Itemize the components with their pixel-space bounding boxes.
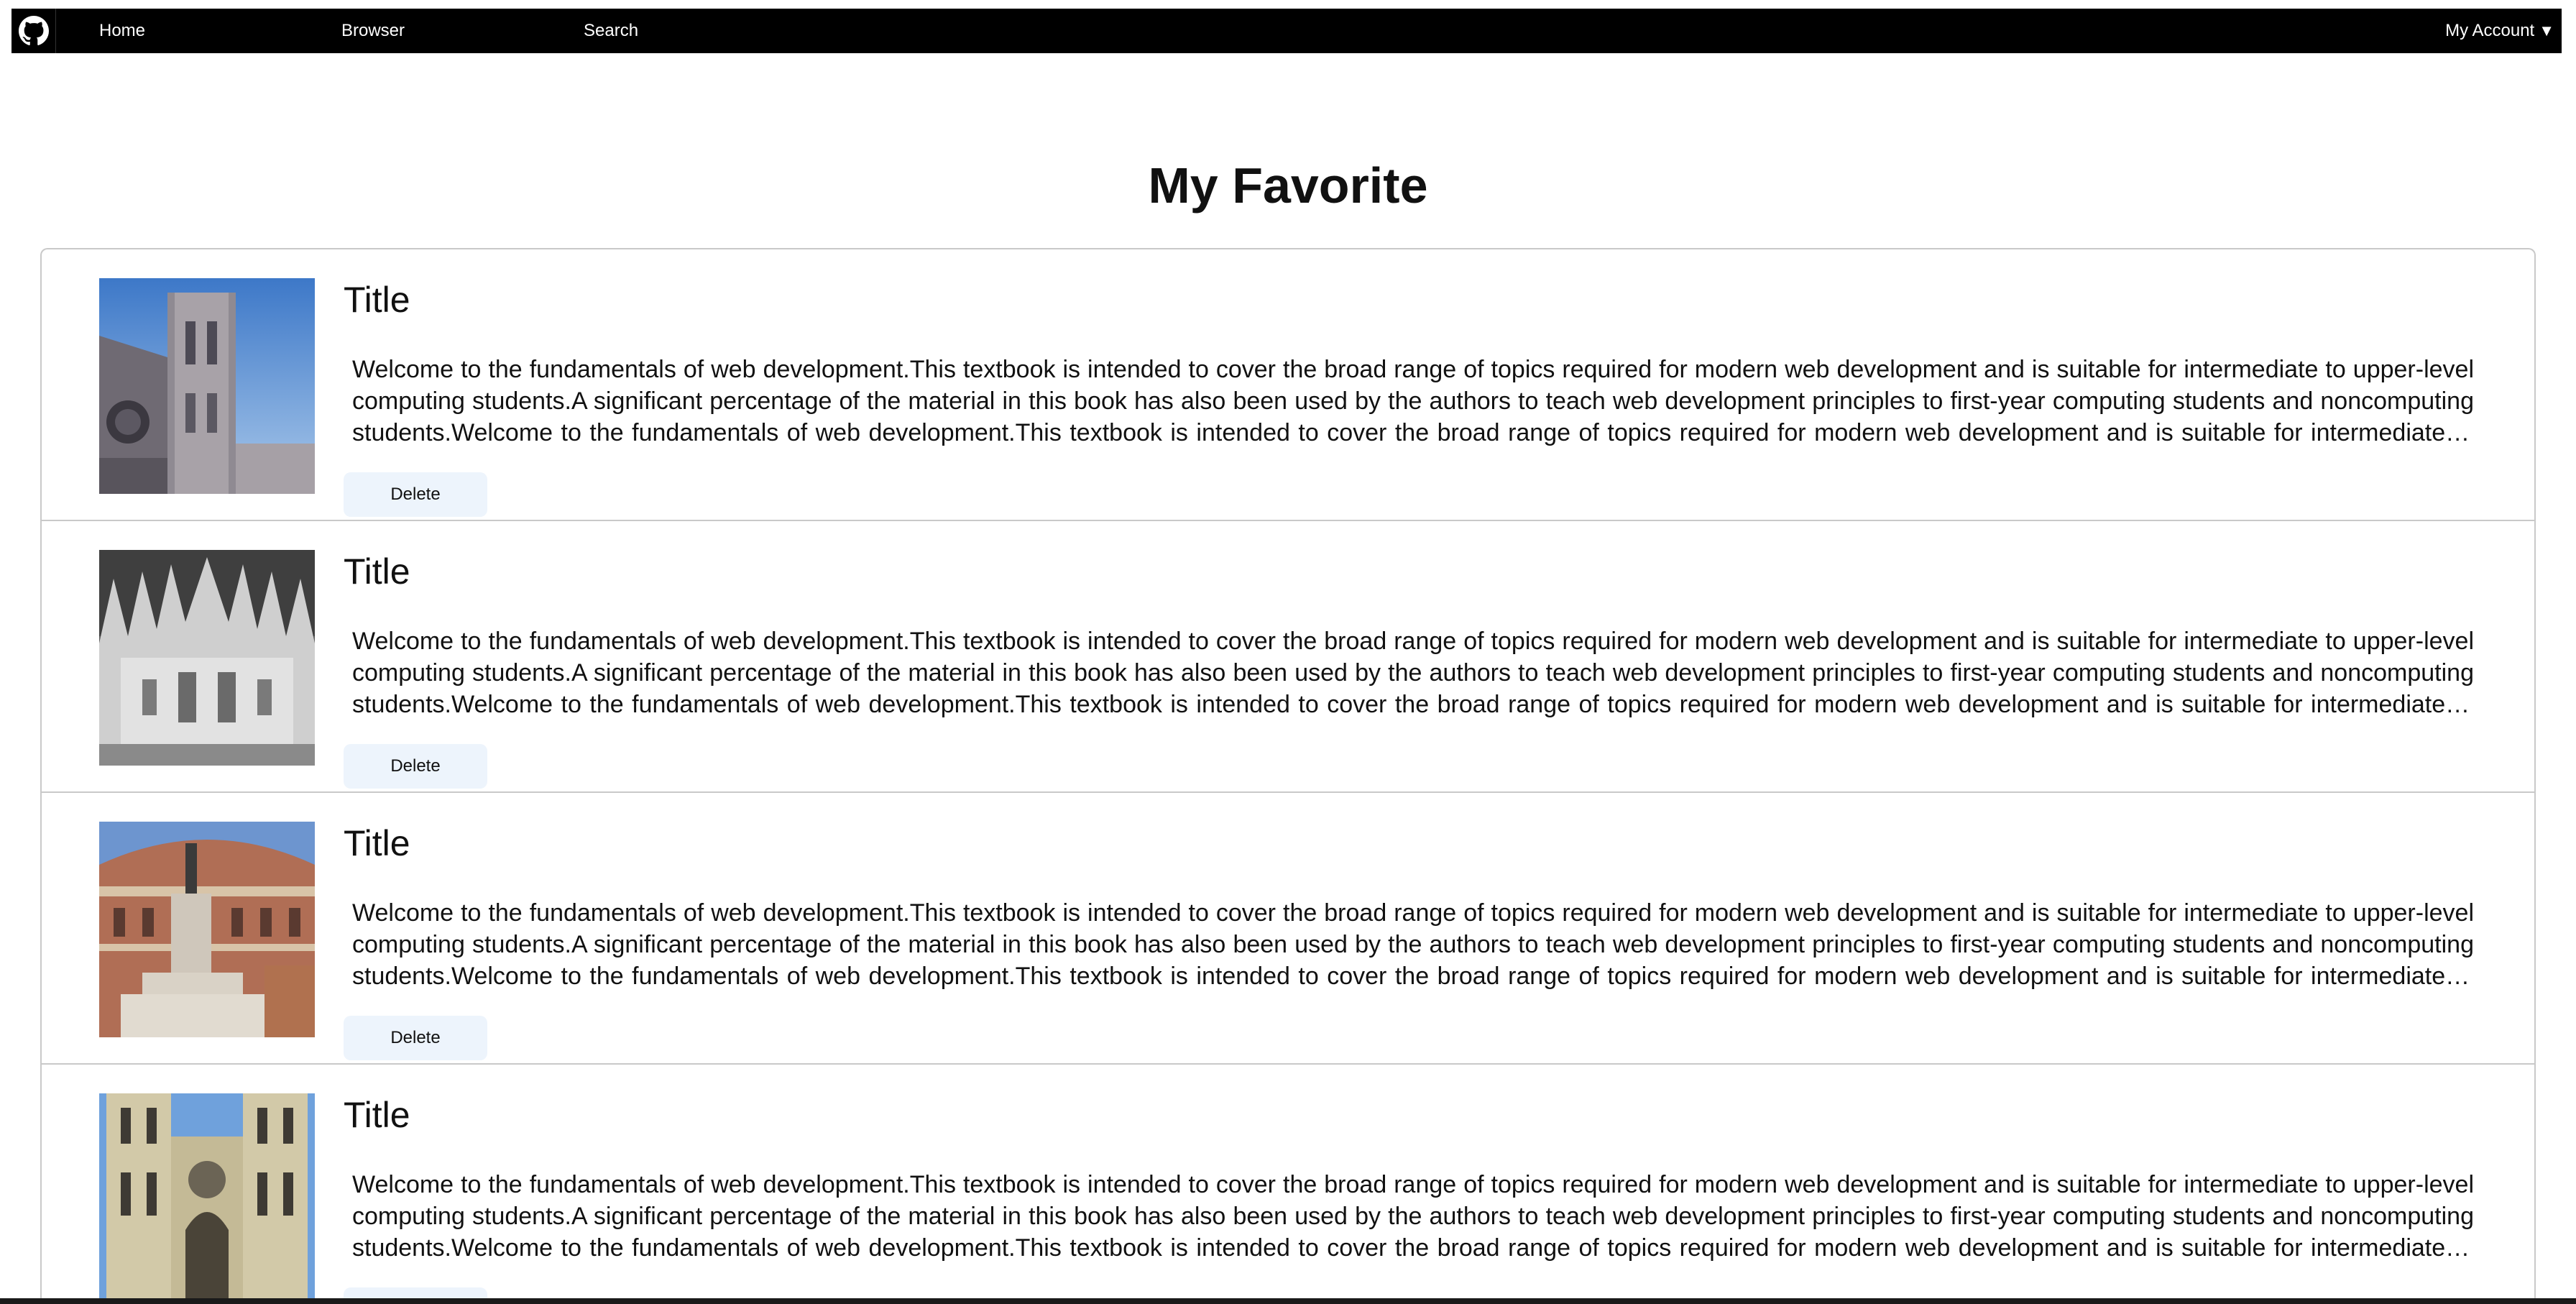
favorite-title[interactable]: Title	[344, 1093, 410, 1137]
favorite-title[interactable]: Title	[344, 822, 410, 865]
favorite-title[interactable]: Title	[344, 278, 410, 321]
favorite-description: Welcome to the fundamentals of web devel…	[352, 628, 2474, 718]
top-navbar: Home Browser Search My Account ▼	[12, 9, 2562, 53]
favorite-item: Title Welcome to the fundamentals of web…	[42, 793, 2534, 1065]
westminster-abbey-image	[99, 1093, 315, 1304]
my-account-label: My Account	[2445, 21, 2535, 40]
favorite-description: Welcome to the fundamentals of web devel…	[352, 1171, 2474, 1262]
nav-browser-link[interactable]: Browser	[341, 9, 405, 53]
page: Home Browser Search My Account ▼ My Favo…	[0, 0, 2576, 1304]
royal-albert-hall-image	[99, 822, 315, 1037]
nav-home-link[interactable]: Home	[99, 9, 145, 53]
favorite-item: Title Welcome to the fundamentals of web…	[42, 249, 2534, 521]
gothic-cathedral-image	[99, 550, 315, 766]
favorite-item: Title Welcome to the fundamentals of web…	[42, 521, 2534, 793]
favorite-thumbnail[interactable]	[99, 1093, 315, 1304]
github-logo-svg	[18, 16, 49, 45]
my-account-menu[interactable]: My Account ▼	[2445, 9, 2554, 53]
favorite-thumbnail[interactable]	[99, 550, 315, 766]
window-bottom-edge	[0, 1298, 2576, 1304]
favorite-title[interactable]: Title	[344, 550, 410, 593]
delete-button[interactable]: Delete	[344, 1016, 487, 1060]
favorite-item: Title Welcome to the fundamentals of web…	[42, 1065, 2534, 1304]
favorite-description: Welcome to the fundamentals of web devel…	[352, 899, 2474, 990]
favorite-description: Welcome to the fundamentals of web devel…	[352, 356, 2474, 446]
favorites-list: Title Welcome to the fundamentals of web…	[40, 248, 2536, 1304]
page-title: My Favorite	[1148, 157, 1428, 213]
github-icon[interactable]	[12, 9, 56, 53]
delete-button[interactable]: Delete	[344, 472, 487, 517]
favorite-thumbnail[interactable]	[99, 278, 315, 494]
delete-button[interactable]: Delete	[344, 744, 487, 789]
caret-down-icon: ▼	[2539, 22, 2554, 40]
nav-search-link[interactable]: Search	[584, 9, 638, 53]
cathedral-bell-tower-image	[99, 278, 315, 494]
favorite-thumbnail[interactable]	[99, 822, 315, 1037]
